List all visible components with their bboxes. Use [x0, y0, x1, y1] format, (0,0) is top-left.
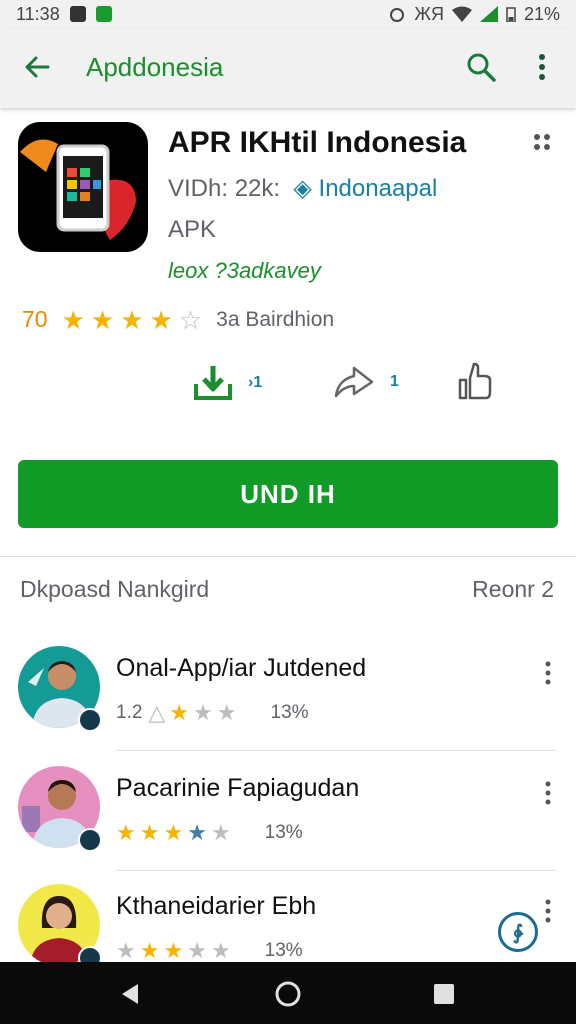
app-meta: VIDh: 22k: ◈ Indonaapal [168, 174, 437, 203]
reviews-section-title: Dkpoasd Nankgird [20, 576, 210, 602]
developer-icon: ◈ [286, 175, 312, 202]
app-meta-prefix: VIDh: 22k: [168, 175, 281, 202]
app-tagline: leox ?3adkavey [168, 258, 321, 283]
developer-link[interactable]: Indonaapal [319, 175, 438, 202]
action-row: ›1 1 [192, 362, 512, 410]
star-icon: ★ [139, 938, 160, 963]
thumb-up-icon [458, 362, 492, 400]
reviewer-name: Kthaneidarier Ebh [116, 892, 317, 920]
app-notification-icon [95, 6, 112, 22]
review-divider [116, 750, 556, 751]
badge-icon [78, 828, 102, 852]
star-icon: ★ [61, 304, 85, 335]
nav-home-icon[interactable] [274, 980, 302, 1008]
star-icon: ★ [116, 938, 136, 963]
status-right: ЖЯ 21% [388, 4, 560, 25]
system-nav-bar [0, 962, 576, 1024]
badge-icon [78, 708, 102, 732]
review-percent: 13% [264, 822, 303, 843]
install-button[interactable]: UND IH [18, 460, 558, 528]
star-icon: ★ [193, 700, 213, 725]
status-left: 11:38 [16, 4, 112, 25]
nav-recents-icon[interactable] [430, 980, 458, 1008]
alarm-icon [390, 8, 405, 22]
more-vert-icon[interactable] [540, 898, 556, 924]
download-action[interactable]: ›1 [192, 362, 262, 404]
star-icon: ★ [149, 304, 173, 335]
reviews-section-link[interactable]: Reonr 2 [472, 576, 554, 603]
review-rating: ★ ★ ★ ★ ★ 13% [116, 940, 303, 962]
grid-more-icon[interactable] [530, 130, 554, 154]
wifi-icon [451, 6, 472, 22]
section-divider [0, 556, 576, 557]
arrow-back-icon[interactable] [20, 50, 54, 84]
review-percent: 13% [270, 702, 309, 723]
phone-icon [20, 139, 136, 240]
download-icon [194, 366, 232, 400]
app-header: APR IKHtil Indonesia VIDh: 22k: ◈ Indona… [0, 108, 576, 548]
more-vert-icon[interactable] [540, 660, 556, 686]
review-item: Pacarinie Fapiagudan ★ ★ ★ ★ ★ 13% [0, 766, 576, 884]
search-icon[interactable] [464, 50, 498, 84]
rating-label: 3a Bairdhion [216, 307, 335, 331]
review-percent: 13% [264, 940, 303, 961]
star-icon: ★ [120, 304, 144, 335]
signal-icon [479, 6, 498, 22]
app-name: APR IKHtil Indonesia [168, 126, 467, 159]
app-type: APK [168, 216, 217, 243]
star-icon: ★ [163, 820, 184, 845]
star-icon: ★ [187, 820, 207, 845]
star-icon: ★ [116, 820, 136, 845]
status-bar: 11:38 ЖЯ 21% [0, 0, 576, 28]
share-icon [334, 366, 374, 398]
rating-row: 70 ★ ★ ★ ★ ☆ 3a Bairdhion [22, 306, 334, 333]
review-rating: ★ ★ ★ ★ ★ 13% [116, 822, 303, 844]
more-vert-icon[interactable] [540, 780, 556, 806]
share-action[interactable]: 1 [332, 362, 399, 402]
star-icon: ★ [163, 938, 184, 963]
battery-icon [506, 7, 516, 22]
star-outline-icon: △ [148, 700, 166, 725]
share-count: 1 [390, 373, 399, 390]
review-item: Onal-App/iar Jutdened 1.2 △ ★ ★ ★ 13% [0, 646, 576, 764]
star-icon: ★ [210, 938, 231, 963]
star-icon: ★ [216, 700, 237, 725]
star-icon: ★ [139, 820, 160, 845]
app-bar-title: Apddonesia [86, 52, 224, 82]
notification-icon [69, 6, 86, 22]
star-icon: ★ [210, 820, 231, 845]
star-icon: ★ [169, 700, 190, 725]
app-icon [18, 122, 148, 252]
reviewer-name: Onal-App/iar Jutdened [116, 654, 367, 682]
review-divider [116, 870, 556, 871]
rating-value: 70 [22, 306, 48, 332]
star-icon: ★ [187, 938, 207, 963]
battery-label: 21% [523, 3, 560, 24]
review-prefix: 1.2 [116, 702, 143, 723]
star-outline-icon: ☆ [178, 304, 203, 335]
download-count: ›1 [248, 374, 263, 391]
more-vert-icon[interactable] [530, 50, 554, 84]
reviewer-name: Pacarinie Fapiagudan [116, 774, 360, 802]
like-action[interactable] [456, 362, 508, 402]
network-label: ЖЯ [414, 3, 444, 24]
status-time: 11:38 [16, 3, 60, 24]
nav-back-icon[interactable] [116, 980, 144, 1008]
info-icon[interactable]: ∳ [498, 912, 538, 952]
star-icon: ★ [90, 304, 115, 335]
app-bar: Apddonesia [0, 28, 576, 108]
review-rating: 1.2 △ ★ ★ ★ 13% [116, 702, 309, 724]
